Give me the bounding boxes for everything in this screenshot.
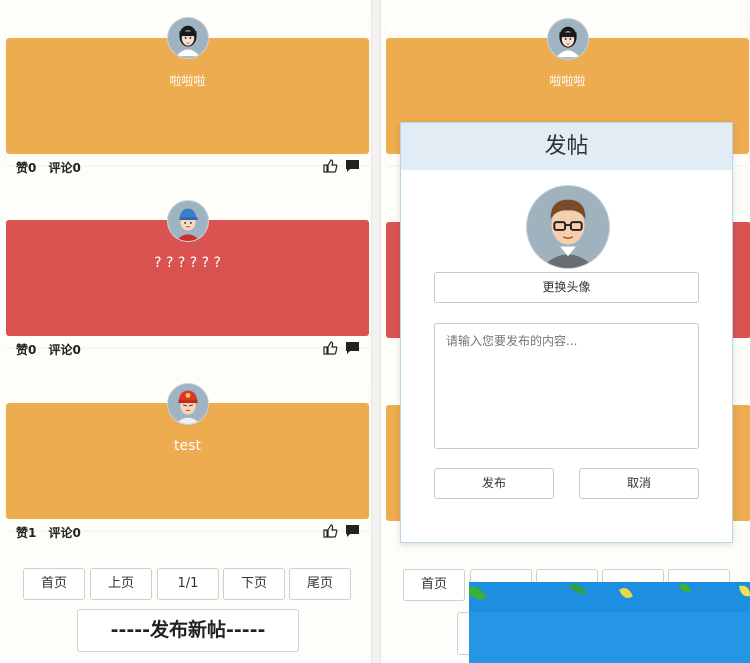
first-page-button[interactable]: 首页 (403, 569, 465, 601)
post-actions (323, 341, 361, 358)
boy-red-cap-avatar (167, 383, 209, 425)
post-text: test (174, 438, 201, 454)
girl-avatar (167, 17, 209, 59)
thumbs-up-icon[interactable] (323, 524, 338, 538)
prev-page-button[interactable]: 上页 (90, 568, 152, 600)
thumbs-up-icon[interactable] (323, 159, 338, 173)
first-page-button[interactable]: 首页 (23, 568, 85, 600)
boy-blue-cap-avatar (167, 200, 209, 242)
post-actions (323, 159, 361, 176)
glasses-man-avatar (526, 185, 610, 269)
post-list-panel: 啦啦啦 赞0 评论0 ? ? ? ? ? ? 赞0 评论0 test 赞1 评论… (0, 0, 372, 663)
thumbs-up-icon[interactable] (323, 341, 338, 355)
page-indicator: 1/1 (157, 568, 219, 600)
dialog-title: 发帖 (401, 123, 732, 170)
submit-post-button[interactable]: 发布 (434, 468, 554, 499)
post-actions (323, 524, 361, 541)
comment-icon[interactable] (346, 160, 359, 172)
post-text: 啦啦啦 (169, 74, 206, 88)
decorative-background-image (469, 582, 750, 663)
post-text: ? ? ? ? ? ? (154, 255, 221, 271)
like-count: 赞0 (16, 161, 37, 175)
comment-icon[interactable] (346, 525, 359, 537)
change-avatar-button[interactable]: 更换头像 (434, 272, 699, 303)
girl-avatar (547, 18, 589, 60)
comment-count[interactable]: 评论0 (49, 341, 81, 358)
cancel-button[interactable]: 取消 (579, 468, 699, 499)
comment-count[interactable]: 评论0 (49, 159, 81, 176)
comment-icon[interactable] (346, 342, 359, 354)
new-post-dialog: 发帖 更换头像 发布 取消 (400, 122, 733, 543)
next-page-button[interactable]: 下页 (223, 568, 285, 600)
like-count: 赞1 (16, 526, 37, 540)
publish-new-post-button[interactable]: -----发布新帖----- (77, 609, 299, 652)
post-text: 啦啦啦 (549, 74, 586, 88)
post-footer: 赞0 评论0 (16, 159, 361, 179)
comment-count[interactable]: 评论0 (49, 524, 81, 541)
post-footer: 赞1 评论0 (16, 524, 361, 544)
post-footer: 赞0 评论0 (16, 341, 361, 361)
like-count: 赞0 (16, 343, 37, 357)
post-content-input[interactable] (434, 323, 699, 449)
last-page-button[interactable]: 尾页 (289, 568, 351, 600)
